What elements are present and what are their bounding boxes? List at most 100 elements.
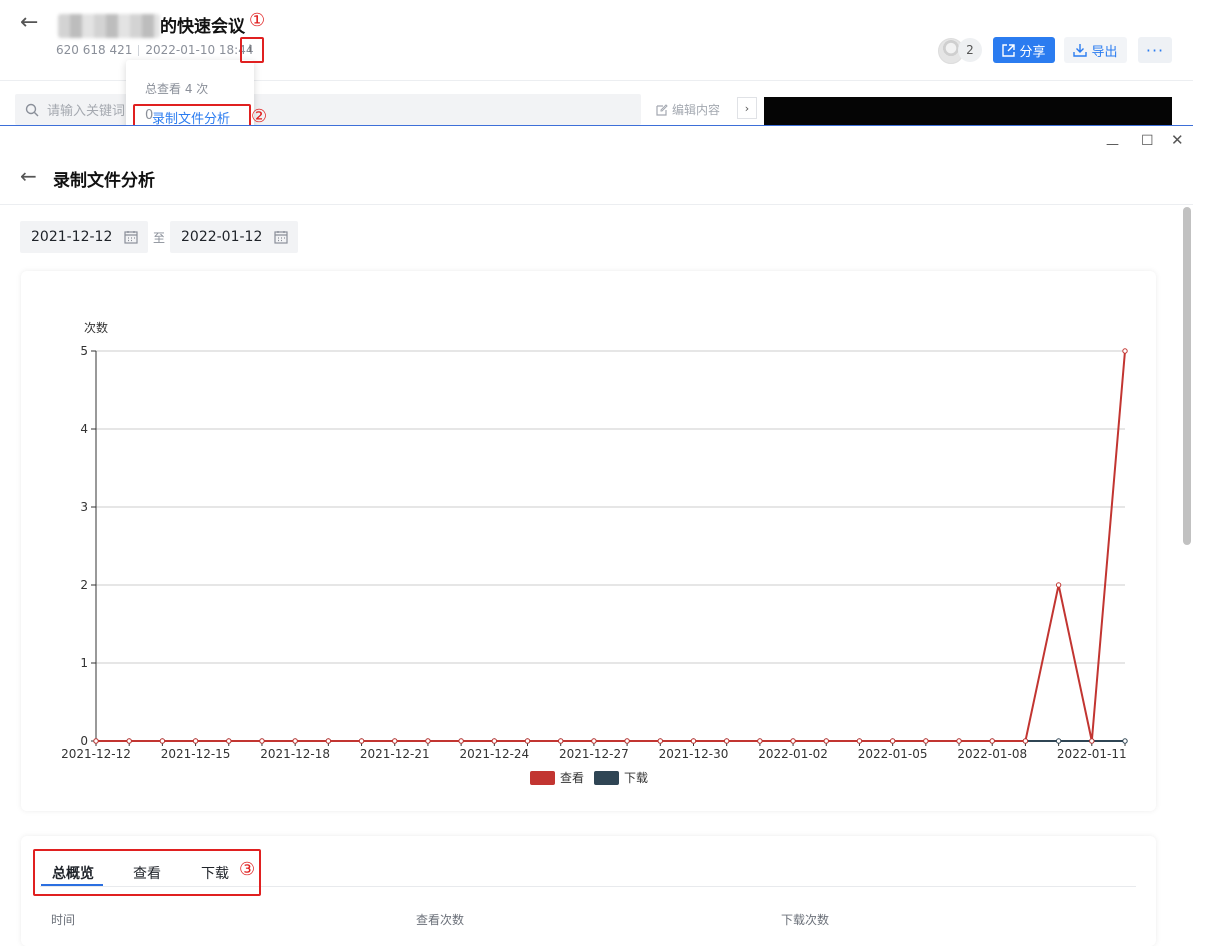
share-icon: [1002, 43, 1016, 57]
data-point: [657, 738, 663, 744]
meeting-meta: 620 618 421 2022-01-10 18:44: [56, 43, 253, 57]
data-point: [690, 738, 697, 744]
data-point: [823, 738, 829, 744]
data-point: [325, 738, 332, 744]
column-header-time: 时间: [51, 913, 76, 927]
y-tick-label: 4: [80, 422, 88, 436]
total-views-text: 总查看 4 次: [145, 82, 209, 96]
legend-label: 查看: [560, 771, 584, 785]
data-point: [1122, 738, 1128, 744]
data-point: [989, 738, 995, 744]
more-button[interactable]: ···: [1138, 37, 1172, 63]
video-player[interactable]: [764, 97, 1172, 127]
annotation-marker-3: ③: [239, 859, 256, 880]
data-point: [591, 738, 597, 744]
search-icon: [25, 103, 39, 116]
chart-card: 0 1 2 3 4 5 次数 2021-12-12 2021-12-15 2021-12-18 20…: [21, 271, 1156, 811]
data-point: [292, 738, 298, 744]
data-point: [1055, 738, 1062, 744]
meeting-id: 620 618 421: [56, 43, 133, 57]
y-tick-label: 5: [80, 344, 88, 358]
data-point: [226, 738, 232, 744]
data-point: [889, 738, 896, 744]
meeting-title: 的快速会议: [160, 17, 245, 37]
data-point: [790, 738, 796, 744]
x-tick-label: 2021-12-27: [559, 747, 629, 761]
edit-content-button[interactable]: 编辑内容: [656, 101, 720, 118]
blurred-name: [58, 14, 160, 38]
data-point: [624, 738, 630, 744]
share-button[interactable]: 分享: [993, 37, 1055, 63]
x-tick-label: 2021-12-21: [360, 747, 430, 761]
x-tick-label: 2021-12-15: [161, 747, 231, 761]
title-divider: [0, 204, 1193, 205]
annotation-marker-1: ①: [249, 10, 266, 31]
y-tick-label: 3: [80, 500, 88, 514]
meeting-datetime: 2022-01-10 18:44: [145, 43, 254, 57]
data-point: [126, 738, 132, 744]
x-tick-label: 2022-01-02: [758, 747, 828, 761]
legend-swatch: [594, 771, 619, 785]
x-tick-label: 2021-12-12: [61, 747, 131, 761]
y-tick-label: 0: [80, 734, 88, 748]
search-input[interactable]: 请输入关键词: [15, 94, 641, 125]
data-point: [458, 738, 464, 744]
data-point: [1022, 738, 1029, 744]
date-range-separator: 至: [153, 231, 166, 245]
x-tick-label: 2022-01-11: [1057, 747, 1127, 761]
minimize-icon[interactable]: —: [1106, 137, 1119, 152]
data-point: [558, 738, 564, 744]
end-date-picker[interactable]: 2022-01-12: [170, 221, 298, 253]
series-line-查看: [96, 350, 1126, 742]
data-point: [392, 738, 398, 744]
x-tick-label: 2021-12-24: [459, 747, 529, 761]
back-arrow-icon[interactable]: ←: [20, 10, 38, 35]
annotation-box-1: [240, 37, 264, 63]
x-tick-label: 2021-12-18: [260, 747, 330, 761]
data-point: [1055, 582, 1062, 588]
export-label: 导出: [1091, 44, 1118, 60]
participant-count[interactable]: 2: [958, 38, 982, 62]
annotation-marker-2: ②: [251, 106, 268, 127]
data-point: [1122, 348, 1128, 354]
close-icon[interactable]: ✕: [1171, 131, 1184, 149]
page-title: 录制文件分析: [53, 171, 155, 191]
export-button[interactable]: 导出: [1064, 37, 1127, 63]
data-point: [723, 738, 730, 744]
view-download-line-chart: 0 1 2 3 4 5 次数 2021-12-12 2021-12-15 2021-12-18 20…: [61, 320, 1128, 785]
calendar-icon: [274, 231, 288, 244]
data-point: [159, 738, 166, 744]
data-point: [491, 738, 498, 744]
scrollbar[interactable]: [1183, 207, 1191, 545]
data-point: [524, 738, 531, 744]
column-header-downloads: 下载次数: [781, 913, 830, 927]
share-label: 分享: [1019, 44, 1046, 60]
x-tick-label: 2022-01-08: [957, 747, 1027, 761]
data-point: [93, 738, 99, 744]
data-point: [358, 738, 365, 744]
maximize-icon[interactable]: ☐: [1141, 133, 1154, 149]
search-placeholder: 请输入关键词: [47, 104, 126, 119]
edit-icon: [656, 103, 668, 116]
back-arrow-icon[interactable]: ←: [20, 164, 37, 188]
data-point: [923, 738, 929, 744]
x-tick-label: 2022-01-05: [858, 747, 928, 761]
data-point: [956, 738, 962, 744]
y-tick-label: 2: [80, 578, 88, 592]
start-date-picker[interactable]: 2021-12-12: [20, 221, 148, 253]
data-point: [259, 738, 265, 744]
data-point: [856, 738, 863, 744]
data-point: [425, 738, 431, 744]
column-header-views: 查看次数: [416, 913, 465, 927]
annotation-box-3: [33, 849, 261, 896]
start-date-value: 2021-12-12: [31, 229, 113, 245]
y-tick-label: 1: [80, 656, 88, 670]
edit-label: 编辑内容: [672, 103, 721, 117]
data-point: [1089, 738, 1095, 744]
x-tick-label: 2021-12-30: [659, 747, 729, 761]
data-point: [192, 738, 199, 744]
calendar-icon: [124, 231, 138, 244]
download-icon: [1073, 44, 1088, 57]
y-axis-label: 次数: [84, 320, 108, 335]
chevron-right-icon[interactable]: ›: [737, 97, 757, 119]
